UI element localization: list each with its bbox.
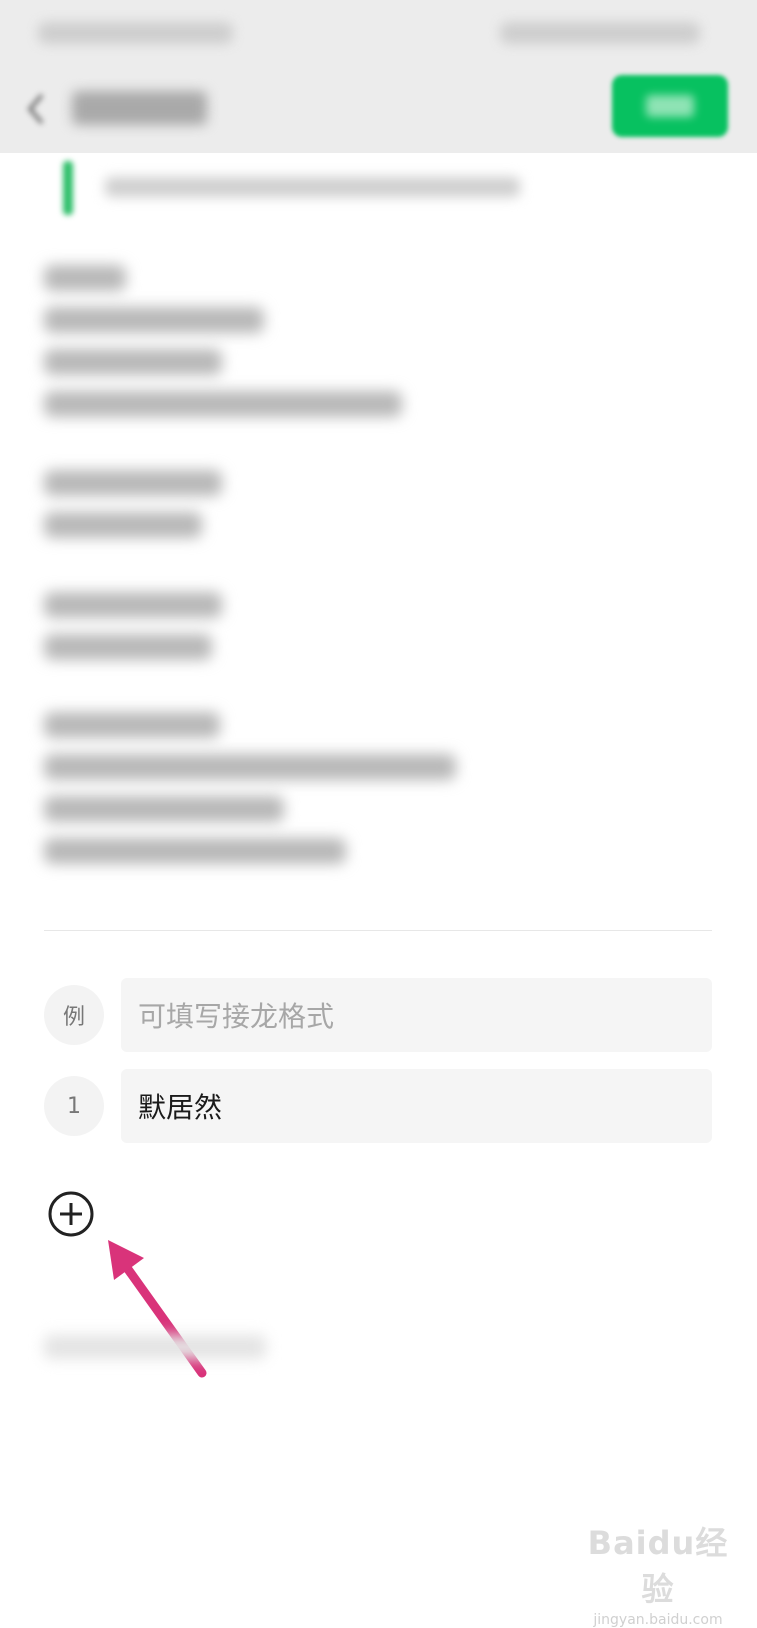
example-badge: 例 [44,985,104,1045]
blurred-line [44,712,220,738]
status-right-blurred [500,22,700,44]
info-icon [63,161,73,215]
divider [44,930,712,931]
notice-bar [0,153,757,225]
entry-input[interactable]: 默居然 [121,1069,712,1143]
watermark: Baidu经验 jingyan.baidu.com [578,1518,738,1628]
footer-text-blurred [44,1335,266,1359]
entry-index-badge: 1 [44,1076,104,1136]
page-title-blurred [72,91,207,125]
blurred-line [44,754,456,780]
notice-text-blurred [105,177,520,197]
done-button[interactable] [612,75,728,137]
blurred-line [44,796,284,822]
blurred-line [44,349,222,375]
status-left-blurred [38,22,233,44]
chevron-left-icon[interactable] [22,91,52,127]
blurred-line [44,307,264,333]
blurred-line [44,634,212,660]
watermark-url: jingyan.baidu.com [593,1612,723,1628]
blurred-line [44,470,222,496]
status-bar [0,0,757,65]
watermark-brand: Baidu经验 [587,1524,729,1608]
blurred-line [44,265,126,291]
blurred-line [44,512,202,538]
blurred-line [44,592,222,618]
blurred-line [44,838,346,864]
example-format-input[interactable]: 可填写接龙格式 [121,978,712,1052]
blurred-line [44,391,402,417]
add-circle-icon[interactable] [47,1190,95,1238]
nav-bar [0,65,757,153]
